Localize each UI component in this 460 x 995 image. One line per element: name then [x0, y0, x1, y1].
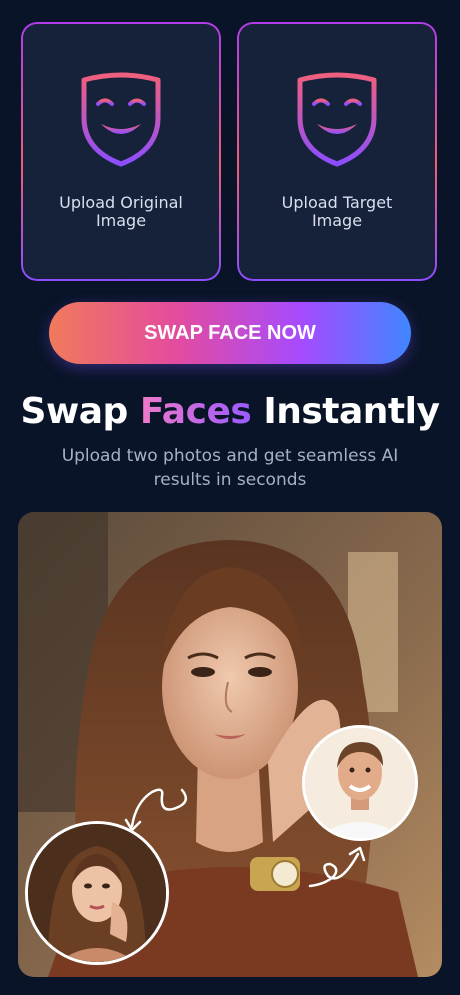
upload-target-card[interactable]: Upload Target Image	[237, 22, 437, 281]
upload-original-card[interactable]: Upload Original Image	[21, 22, 221, 281]
title-word-end: Instantly	[263, 391, 440, 432]
title-word-accent: Faces	[139, 391, 252, 432]
page-title: Swap Faces Instantly	[0, 390, 460, 434]
title-word-start: Swap	[20, 391, 129, 432]
upload-original-label: Upload Original Image	[59, 193, 183, 230]
target-face-avatar	[302, 725, 418, 841]
page-subtitle: Upload two photos and get seamless AI re…	[61, 446, 399, 490]
curved-arrow-icon	[308, 846, 366, 888]
swap-face-button[interactable]: SWAP FACE NOW	[49, 302, 411, 364]
upload-target-label: Upload Target Image	[281, 193, 393, 230]
theater-mask-icon	[297, 72, 377, 167]
original-face-avatar	[25, 821, 169, 965]
theater-mask-icon	[81, 72, 161, 167]
